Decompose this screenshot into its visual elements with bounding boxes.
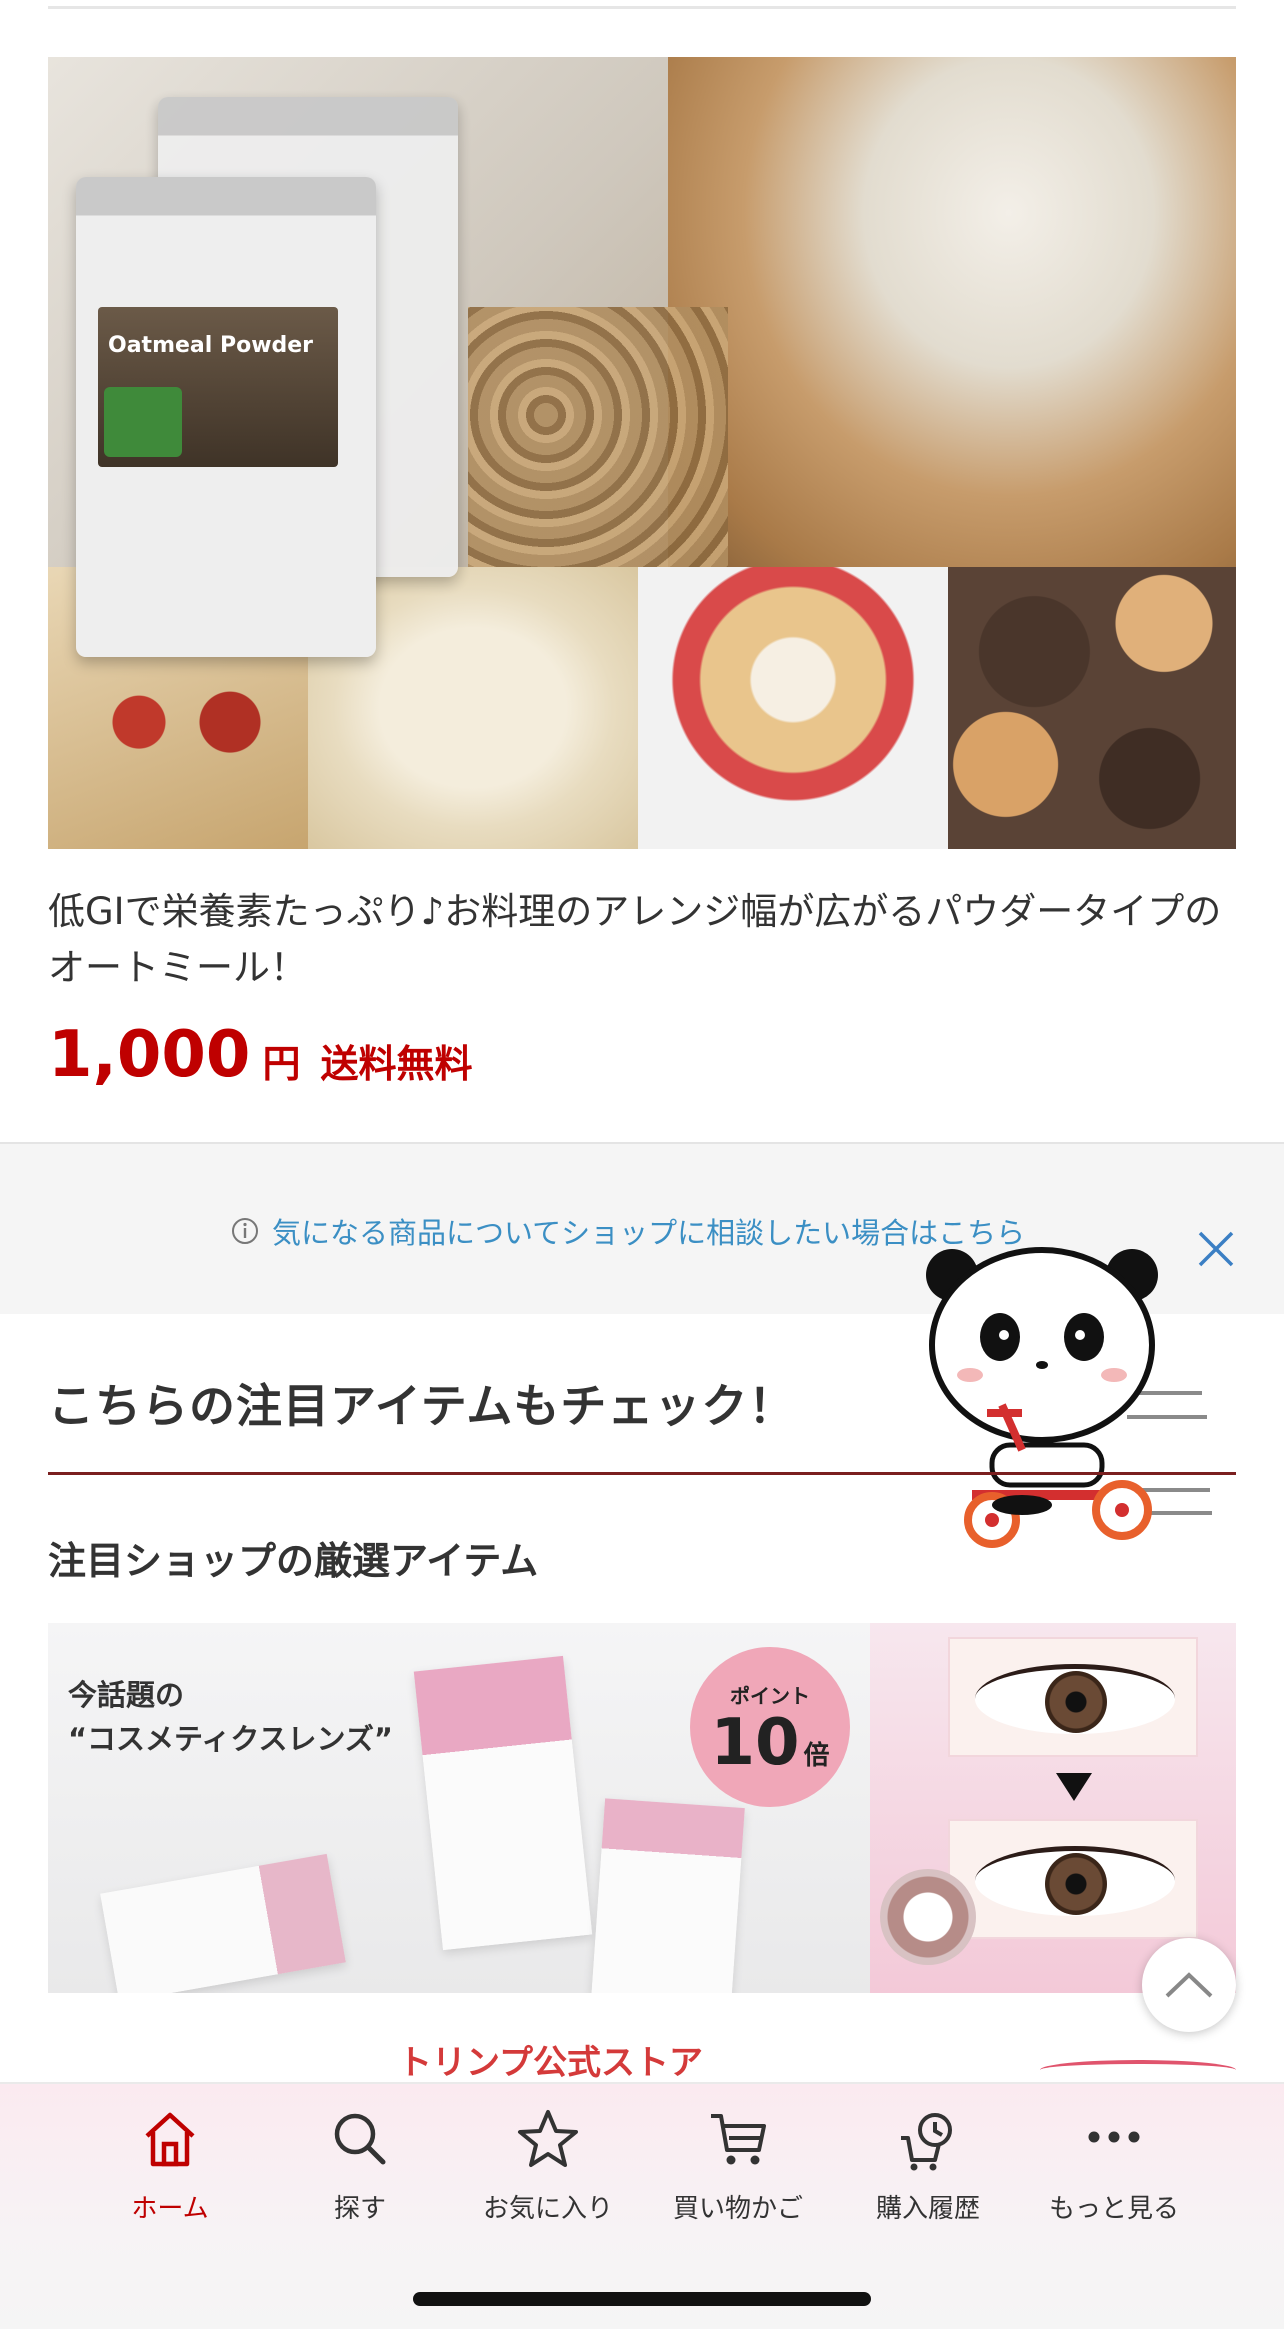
section-divider [48,1472,1236,1475]
chevron-up-icon [1165,1972,1213,1998]
iris [1045,1671,1107,1733]
price-value: 1,000 [48,1018,251,1092]
nav-label: お気に入り [482,2194,613,2224]
free-shipping-label: 送料無料 [320,1042,473,1086]
subsection-title: 注目ショップの厳選アイテム [48,1539,539,1583]
points-value-row: 10 倍 [710,1711,829,1775]
nav-home[interactable]: ホーム [80,2104,260,2254]
nav-label: 購入履歴 [875,2194,980,2224]
promo-banner[interactable]: 今話題の “コスメティクスレンズ” ポイント 10 倍 [48,1623,1236,1993]
nav-label: 買い物かご [672,2194,803,2224]
top-divider [48,6,1236,9]
home-indicator[interactable] [413,2292,871,2306]
arrow-down-icon [1056,1773,1092,1801]
price-unit: 円 [262,1042,301,1086]
nav-label: 探す [333,2194,386,2224]
more-icon [1088,2131,1140,2143]
home-icon [145,2112,195,2167]
lens-package-3 [100,1853,346,1993]
food-photo-pancakes [638,567,948,849]
cart-icon [711,2114,766,2165]
nav-label: もっと見る [1048,2194,1179,2224]
points-suffix: 倍 [803,1740,830,1771]
promo-product-area: 今話題の “コスメティクスレンズ” ポイント 10 倍 [48,1623,870,1993]
product-package-front: Oatmeal Powder [76,177,376,657]
eye-before-photo [948,1637,1198,1757]
points-value: 10 [710,1705,800,1780]
section-title: こちらの注目アイテムもチェック！ [48,1379,796,1433]
food-photo-cookies [948,567,1236,849]
promo-headline-line1: 今話題の [68,1678,185,1712]
flour-sack-photo [668,57,1236,577]
nav-search[interactable]: 探す [270,2104,450,2254]
scroll-to-top-button[interactable] [1142,1938,1236,2032]
nav-label: ホーム [131,2194,209,2224]
promo-headline: 今話題の “コスメティクスレンズ” [68,1673,393,1761]
star-icon [518,2110,578,2167]
eye-shape [975,1664,1175,1734]
panda-mascot-icon [926,1247,1212,1548]
price-row: 1,000 円 送料無料 [48,1010,472,1090]
search-icon [334,2113,386,2165]
points-label: ポイント [730,1683,810,1708]
nav-favorites[interactable]: お気に入り [458,2104,638,2254]
eye-shape [975,1846,1175,1916]
package-title: Oatmeal Powder [108,333,314,358]
shop-name[interactable]: トリンプ公式ストア [398,2035,703,2084]
promo-headline-line2: “コスメティクスレンズ” [68,1722,393,1756]
points-badge: ポイント 10 倍 [690,1647,850,1807]
package-badge [104,387,182,457]
nav-cart[interactable]: 買い物かご [648,2104,828,2254]
nav-purchase-history[interactable]: 購入履歴 [838,2104,1018,2254]
package-label: Oatmeal Powder [98,307,338,467]
iris [1045,1853,1107,1915]
eye-after-photo [948,1819,1198,1939]
shop-logo-fragment [1040,2060,1236,2080]
contact-lens-photo [880,1869,976,1965]
info-icon [232,1218,258,1244]
app-screen: Oatmeal Powder 低GIで栄養素たっぷり♪お料理のアレンジ幅が広がる… [0,0,1284,2329]
lens-package-1 [413,1655,593,1951]
history-icon [901,2113,952,2171]
nav-more[interactable]: もっと見る [1024,2104,1204,2254]
shop-inquiry-link[interactable]: 気になる商品についてショップに相談したい場合はこちら [230,1210,1025,1252]
promo-eye-comparison [870,1623,1236,1993]
product-description[interactable]: 低GIで栄養素たっぷり♪お料理のアレンジ幅が広がるパウダータイプのオートミール！ [48,884,1236,996]
oats-photo [468,307,728,577]
lens-package-2 [591,1798,745,1993]
product-image[interactable]: Oatmeal Powder [48,57,1236,849]
